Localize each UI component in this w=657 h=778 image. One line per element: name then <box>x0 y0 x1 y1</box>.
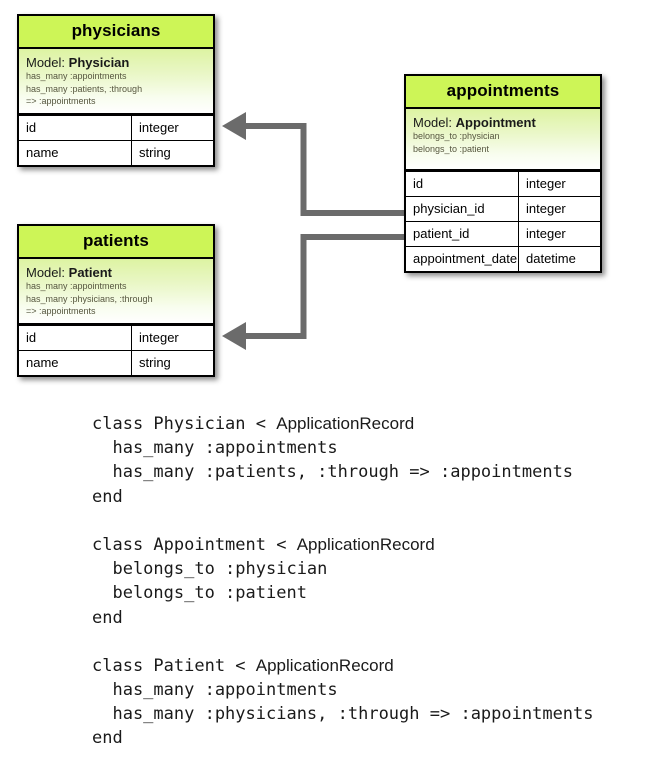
association-line: => :appointments <box>26 306 96 316</box>
code-superclass-name: ApplicationRecord <box>296 534 435 554</box>
association-line: has_many :patients, :through <box>26 83 143 94</box>
entity-appointments-model: Model: Appointment belongs_to :physician… <box>406 109 600 171</box>
attribute-name: id <box>19 325 132 350</box>
code-line: end <box>92 726 652 750</box>
code-line: end <box>92 606 652 630</box>
code-line: has_many :physicians, :through => :appoi… <box>92 702 652 726</box>
attribute-type: string <box>139 354 171 370</box>
attribute-name: patient_id <box>406 222 519 246</box>
table-row[interactable]: id integer <box>19 114 213 140</box>
table-row[interactable]: id integer <box>406 171 600 196</box>
code-text: has_many :patients, :through => :appoint… <box>92 462 574 483</box>
connector-patient-id <box>222 234 404 350</box>
attribute-name: id <box>406 172 519 196</box>
attribute-name: name <box>19 350 132 375</box>
code-line: class Appointment < ApplicationRecord <box>92 533 652 557</box>
attribute-type: datetime <box>526 251 576 266</box>
code-text: belongs_to :physician <box>92 559 328 580</box>
code-text: end <box>92 728 123 749</box>
association-line: => :appointments <box>26 96 96 106</box>
ruby-code-block: class Physician < ApplicationRecord has_… <box>92 412 652 751</box>
model-name: Appointment <box>455 115 536 130</box>
code-text: has_many :appointments <box>92 438 338 459</box>
model-label: Model: <box>26 265 66 280</box>
code-line: belongs_to :patient <box>92 581 652 605</box>
code-text: has_many :physicians, :through => :appoi… <box>92 704 594 725</box>
association-line: belongs_to :patient <box>413 143 490 154</box>
er-diagram: physicians Model: Physician has_many :ap… <box>0 0 657 400</box>
entity-appointments-title: appointments <box>406 76 600 109</box>
attribute-name: id <box>19 115 132 140</box>
entity-physicians[interactable]: physicians Model: Physician has_many :ap… <box>17 14 215 167</box>
code-text: end <box>92 607 123 628</box>
attribute-name: physician_id <box>406 197 519 221</box>
code-text: has_many :appointments <box>92 680 338 701</box>
attribute-type: integer <box>526 176 566 191</box>
attribute-type: integer <box>139 119 179 135</box>
code-text: class Physician < <box>92 414 277 434</box>
association-line: has_many :appointments <box>26 71 127 81</box>
model-name: Patient <box>68 265 112 280</box>
attribute-type: integer <box>526 226 566 241</box>
model-label: Model: <box>413 115 453 130</box>
code-line: class Physician < ApplicationRecord <box>92 412 652 436</box>
connector-physician-id <box>222 112 404 216</box>
association-line: has_many :physicians, :through <box>26 293 153 304</box>
attribute-name: name <box>19 140 132 165</box>
code-text: end <box>92 486 123 507</box>
code-superclass-name: ApplicationRecord <box>255 655 394 675</box>
code-text: belongs_to :patient <box>92 583 307 604</box>
code-line: belongs_to :physician <box>92 557 652 581</box>
attribute-type: integer <box>526 201 566 216</box>
entity-physicians-model: Model: Physician has_many :appointments … <box>19 49 213 115</box>
code-text: class Appointment < <box>92 534 297 555</box>
attribute-name: appointment_date <box>406 247 519 271</box>
table-row[interactable]: name string <box>19 139 213 165</box>
model-label: Model: <box>26 55 66 70</box>
table-row[interactable]: patient_id integer <box>406 221 600 246</box>
code-line: class Patient < ApplicationRecord <box>92 654 652 678</box>
model-label-row: Model: Appointment <box>413 115 593 130</box>
attribute-type: integer <box>139 329 179 345</box>
entity-patients[interactable]: patients Model: Patient has_many :appoin… <box>17 224 215 377</box>
entity-patients-model: Model: Patient has_many :appointments ha… <box>19 259 213 325</box>
model-label-row: Model: Physician <box>26 55 206 70</box>
model-name: Physician <box>68 55 130 70</box>
association-line: has_many :appointments <box>26 281 127 291</box>
model-label-row: Model: Patient <box>26 265 206 280</box>
table-row[interactable]: appointment_date datetime <box>406 246 600 271</box>
attribute-type: string <box>139 144 171 160</box>
entity-appointments[interactable]: appointments Model: Appointment belongs_… <box>404 74 602 273</box>
table-row[interactable]: id integer <box>19 324 213 350</box>
entity-physicians-title: physicians <box>19 16 213 49</box>
code-text: class Patient < <box>92 655 256 676</box>
code-line: has_many :appointments <box>92 678 652 702</box>
code-superclass-name: ApplicationRecord <box>276 414 415 433</box>
code-line: has_many :appointments <box>92 436 652 460</box>
entity-patients-title: patients <box>19 226 213 259</box>
code-line: end <box>92 485 652 509</box>
table-row[interactable]: physician_id integer <box>406 196 600 221</box>
code-line: has_many :patients, :through => :appoint… <box>92 460 652 484</box>
table-row[interactable]: name string <box>19 349 213 375</box>
association-line: belongs_to :physician <box>413 131 500 141</box>
